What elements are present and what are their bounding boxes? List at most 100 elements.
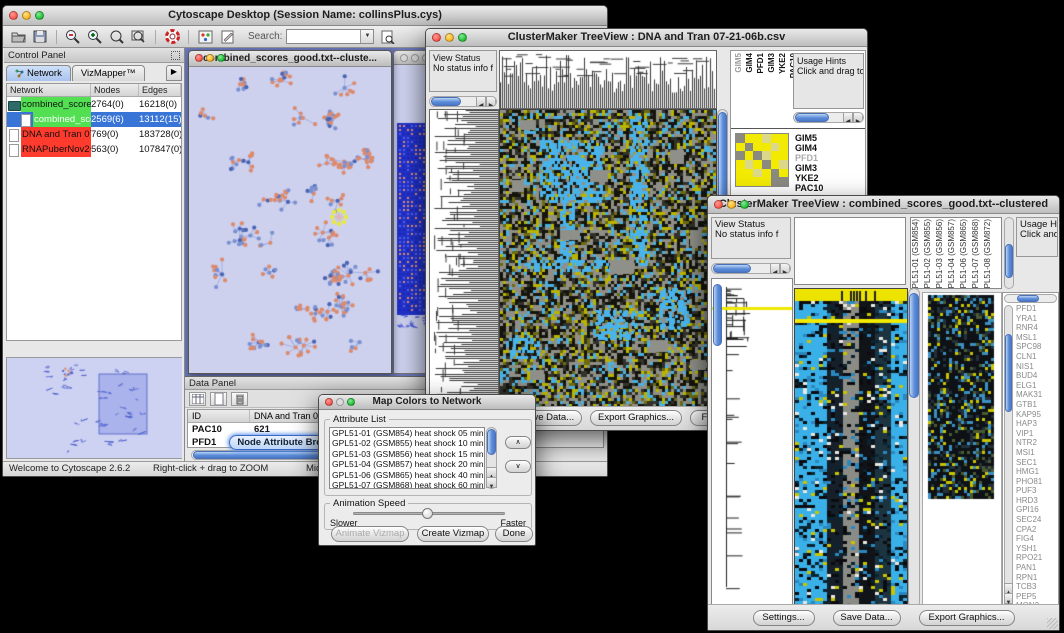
gene-label[interactable]: RPN1 bbox=[1016, 573, 1042, 583]
attribute-item[interactable]: GPL51-04 (GSM857) heat shock 20 min bbox=[330, 459, 484, 469]
column-label[interactable]: GPL51-01 (GSM854) bbox=[911, 219, 923, 289]
gene-list-hscrollbar[interactable] bbox=[1004, 294, 1057, 303]
heatmap-cell[interactable] bbox=[771, 143, 780, 152]
gene-label[interactable]: KAP95 bbox=[1016, 410, 1042, 420]
gene-label[interactable]: HMG1 bbox=[1016, 467, 1042, 477]
network-view-titlebar[interactable]: combined_scores_good.txt--cluste... bbox=[189, 51, 391, 67]
zoom-button[interactable] bbox=[458, 33, 467, 42]
zoom-button[interactable] bbox=[35, 11, 44, 20]
network-canvas[interactable] bbox=[189, 67, 391, 373]
heatmap-cell[interactable] bbox=[736, 151, 745, 160]
row-dendrogram[interactable] bbox=[429, 109, 499, 407]
heatmap-cell[interactable] bbox=[762, 160, 771, 169]
heatmap-cell[interactable] bbox=[771, 160, 780, 169]
heatmap-cell[interactable] bbox=[762, 134, 771, 143]
column-label[interactable]: GPL51-08 (GSM872) bbox=[983, 219, 995, 289]
column-label[interactable]: GIM5 bbox=[734, 53, 745, 73]
heatmap-detail[interactable] bbox=[922, 292, 1002, 610]
heatmap-vscrollbar[interactable] bbox=[908, 288, 920, 608]
column-label[interactable]: GPL51-03 (GSM856) bbox=[935, 219, 947, 289]
column-label[interactable]: GIM4 bbox=[745, 53, 756, 73]
network-row[interactable]: combined_sco 2569(6) 13112(15) bbox=[7, 112, 181, 127]
zoom-pane-hscrollbar[interactable] bbox=[793, 112, 864, 123]
column-label[interactable]: GPL51-06 (GSM865) bbox=[959, 219, 971, 289]
col-header-edges[interactable]: Edges bbox=[139, 84, 181, 96]
heatmap-cell[interactable] bbox=[745, 169, 754, 178]
minimize-button[interactable] bbox=[727, 200, 736, 209]
gene-label[interactable]: SEC24 bbox=[1016, 515, 1042, 525]
done-button[interactable]: Done bbox=[495, 526, 533, 542]
heatmap-cell[interactable] bbox=[753, 160, 762, 169]
delete-attribute-icon[interactable] bbox=[231, 392, 248, 406]
heatmap-cell[interactable] bbox=[736, 143, 745, 152]
gene-list-vscrollbar[interactable] bbox=[1004, 305, 1013, 605]
gene-label[interactable]: MSL1 bbox=[1016, 333, 1042, 343]
heatmap-cell[interactable] bbox=[736, 134, 745, 143]
new-attribute-icon[interactable] bbox=[210, 392, 227, 406]
gene-label[interactable]: BUD4 bbox=[1016, 371, 1042, 381]
gene-label[interactable]: YKE2 bbox=[795, 173, 823, 183]
gene-label[interactable]: YRA1 bbox=[1016, 314, 1042, 324]
heatmap-cell[interactable] bbox=[745, 177, 754, 186]
heatmap-cell[interactable] bbox=[753, 143, 762, 152]
attribute-item[interactable]: GPL51-01 (GSM854) heat shock 05 min bbox=[330, 428, 484, 438]
tab-vizmapper[interactable]: VizMapper™ bbox=[72, 65, 145, 81]
plugin-manager-icon[interactable] bbox=[196, 28, 214, 46]
attribute-list-vscrollbar[interactable] bbox=[486, 427, 497, 489]
heatmap-cell[interactable] bbox=[762, 151, 771, 160]
column-label[interactable]: GPL51-07 (GSM868) bbox=[971, 219, 983, 289]
heatmap-cell[interactable] bbox=[745, 160, 754, 169]
save-data-button[interactable]: Save Data... bbox=[833, 610, 901, 626]
column-label[interactable]: GPL51-02 (GSM855) bbox=[923, 219, 935, 289]
gene-label[interactable]: GIM5 bbox=[795, 133, 823, 143]
minimize-button[interactable] bbox=[445, 33, 454, 42]
treeview-combined-titlebar[interactable]: ClusterMaker TreeView : combined_scores_… bbox=[708, 196, 1059, 214]
close-button[interactable] bbox=[400, 54, 408, 62]
column-label[interactable]: PFD1 bbox=[756, 53, 767, 73]
attribute-item[interactable]: GPL51-03 (GSM856) heat shock 15 min bbox=[330, 449, 484, 459]
heatmap-cell[interactable] bbox=[779, 143, 788, 152]
network-view-window[interactable]: combined_scores_good.txt--cluste... bbox=[188, 50, 392, 374]
gene-label[interactable]: SEC1 bbox=[1016, 458, 1042, 468]
heatmap-detail[interactable] bbox=[735, 133, 789, 187]
float-panel-icon[interactable] bbox=[171, 51, 180, 60]
column-dendrogram[interactable] bbox=[499, 50, 717, 109]
heatmap-cell[interactable] bbox=[753, 151, 762, 160]
gene-label[interactable]: MAK31 bbox=[1016, 390, 1042, 400]
heatmap-global[interactable] bbox=[794, 288, 908, 610]
gene-label[interactable]: RPO21 bbox=[1016, 553, 1042, 563]
open-icon[interactable] bbox=[9, 28, 27, 46]
gene-label[interactable]: PFD1 bbox=[795, 153, 823, 163]
heatmap-cell[interactable] bbox=[762, 169, 771, 178]
heatmap-cell[interactable] bbox=[762, 143, 771, 152]
speed-slider-thumb[interactable] bbox=[422, 508, 433, 519]
heatmap-cell[interactable] bbox=[753, 177, 762, 186]
gene-label[interactable]: PAN1 bbox=[1016, 563, 1042, 573]
gene-label[interactable]: MSI1 bbox=[1016, 448, 1042, 458]
treeview-dna-titlebar[interactable]: ClusterMaker TreeView : DNA and Tran 07-… bbox=[426, 29, 867, 47]
close-button[interactable] bbox=[195, 54, 203, 62]
gene-label[interactable]: GTB1 bbox=[1016, 400, 1042, 410]
move-up-button[interactable]: ∧ bbox=[505, 436, 531, 449]
heatmap-cell[interactable] bbox=[779, 169, 788, 178]
zoom-button[interactable] bbox=[217, 54, 225, 62]
advanced-search-icon[interactable] bbox=[378, 28, 396, 46]
attribute-table-icon[interactable] bbox=[189, 392, 206, 406]
col-header-id[interactable]: ID bbox=[188, 410, 250, 422]
gene-label[interactable]: PAC10 bbox=[795, 183, 823, 193]
heatmap-cell[interactable] bbox=[745, 134, 754, 143]
gene-label[interactable]: PUF3 bbox=[1016, 486, 1042, 496]
animate-vizmap-button[interactable]: Animate Vizmap bbox=[331, 526, 409, 542]
gene-label[interactable]: HRD3 bbox=[1016, 496, 1042, 506]
close-button[interactable] bbox=[9, 11, 18, 20]
gene-label[interactable]: PEP5 bbox=[1016, 592, 1042, 602]
gene-label[interactable]: NTR2 bbox=[1016, 438, 1042, 448]
export-graphics-button[interactable]: Export Graphics... bbox=[919, 610, 1015, 626]
zoom-button[interactable] bbox=[347, 398, 355, 406]
col-header-nodes[interactable]: Nodes bbox=[91, 84, 139, 96]
network-row[interactable]: RNAPuberNov2+ 563(0) 107847(0) bbox=[7, 142, 181, 157]
scroll-left-arrow[interactable] bbox=[476, 96, 486, 107]
gene-label[interactable]: FIG4 bbox=[1016, 534, 1042, 544]
export-graphics-button[interactable]: Export Graphics... bbox=[590, 410, 682, 426]
heatmap-cell[interactable] bbox=[736, 160, 745, 169]
